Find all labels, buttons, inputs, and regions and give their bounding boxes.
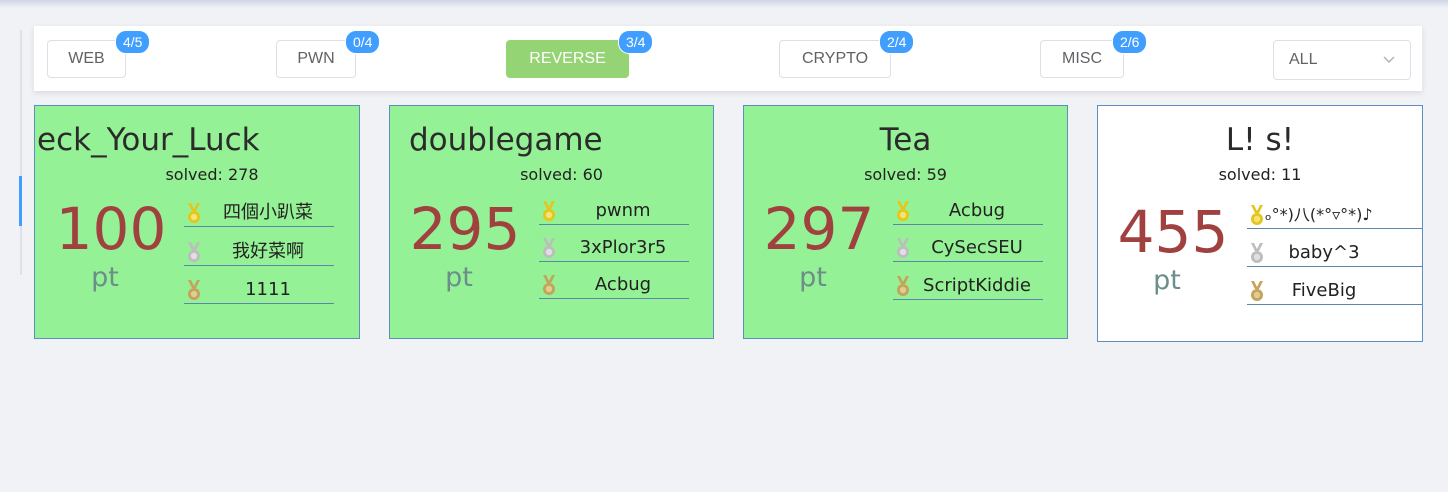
solver-name: Acbug [594, 274, 652, 295]
challenge-card[interactable]: L! s! solved: 11 455 pt ₒ°*)八(*°▿°*)♪ ba… [1097, 105, 1423, 342]
solved-count: solved: 60 [520, 165, 603, 184]
solver-name: ScriptKiddie [923, 275, 1031, 296]
second-solver: CySecSEU [893, 235, 1043, 262]
first-blood-solver: ₒ°*)八(*°▿°*)♪ [1247, 202, 1422, 229]
second-solver: 我好菜啊 [184, 239, 334, 266]
solver-name: 1111 [245, 279, 291, 300]
first-blood-solver: Acbug [893, 198, 1043, 225]
category-button-reverse[interactable]: REVERSE [506, 40, 629, 78]
category-filter-bar: WEB 4/5 PWN 0/4 REVERSE 3/4 CRYPTO 2/4 M… [34, 26, 1422, 91]
category-badge-misc: 2/6 [1112, 30, 1148, 54]
bronze-medal-icon [543, 275, 555, 295]
third-solver: 1111 [184, 277, 334, 304]
chevron-down-icon [1383, 56, 1395, 64]
category-button-crypto[interactable]: CRYPTO [779, 40, 891, 78]
bronze-medal-icon [188, 280, 200, 300]
category-label: MISC [1062, 50, 1102, 67]
third-solver: Acbug [539, 272, 689, 299]
solver-name: 四個小趴菜 [223, 202, 313, 223]
second-solver: baby^3 [1247, 240, 1422, 267]
status-filter-select[interactable]: ALL [1273, 40, 1411, 80]
solver-name: pwnm [595, 200, 651, 221]
silver-medal-icon [897, 238, 909, 258]
solved-count: solved: 278 [165, 165, 259, 184]
points-unit: pt [91, 262, 119, 293]
solver-name: 3xPlor3r5 [579, 237, 667, 258]
category-badge-crypto: 2/4 [879, 30, 915, 54]
top-strip [0, 0, 1448, 8]
challenge-card[interactable]: eck_Your_Luck solved: 278 100 pt 四個小趴菜 我… [34, 105, 360, 339]
second-solver: 3xPlor3r5 [539, 235, 689, 262]
category-button-web[interactable]: WEB [47, 40, 126, 78]
challenge-points: 455 [1117, 198, 1229, 266]
challenge-title: L! s! [1225, 122, 1295, 158]
points-unit: pt [799, 262, 827, 293]
category-label: CRYPTO [801, 50, 869, 67]
solver-name: baby^3 [1288, 242, 1360, 263]
category-badge-pwn: 0/4 [345, 30, 381, 54]
solver-name: ₒ°*)八(*°▿°*)♪ [1265, 205, 1373, 224]
gold-medal-icon [897, 201, 909, 221]
gold-medal-icon [543, 201, 555, 221]
points-unit: pt [1153, 265, 1181, 296]
silver-medal-icon [1251, 243, 1263, 263]
gold-medal-icon [1251, 205, 1263, 225]
category-badge-reverse: 3/4 [618, 30, 654, 54]
challenge-card[interactable]: doublegame solved: 60 295 pt pwnm 3xPlor… [389, 105, 714, 339]
first-blood-solver: pwnm [539, 198, 689, 225]
third-solver: FiveBig [1247, 278, 1422, 305]
left-rail [20, 30, 22, 275]
solved-count: solved: 11 [1218, 165, 1302, 184]
third-solver: ScriptKiddie [893, 273, 1043, 300]
select-value: ALL [1289, 51, 1318, 68]
solver-name: Acbug [948, 200, 1006, 221]
challenge-title: Tea [879, 122, 932, 158]
points-unit: pt [445, 262, 473, 293]
category-label: WEB [68, 50, 105, 67]
category-label: PWN [297, 50, 335, 67]
left-rail-indicator [19, 176, 22, 226]
gold-medal-icon [188, 203, 200, 223]
solver-name: CySecSEU [931, 237, 1023, 258]
category-button-pwn[interactable]: PWN [276, 40, 356, 78]
challenge-title: doublegame [409, 122, 603, 158]
first-blood-solver: 四個小趴菜 [184, 200, 334, 227]
solved-count: solved: 59 [864, 165, 947, 184]
challenge-points: 100 [55, 195, 167, 263]
challenge-points: 295 [409, 195, 521, 263]
bronze-medal-icon [897, 276, 909, 296]
challenge-title: eck_Your_Luck [37, 122, 260, 158]
challenge-card[interactable]: Tea solved: 59 297 pt Acbug CySecSEU Scr… [743, 105, 1068, 339]
silver-medal-icon [543, 238, 555, 258]
challenge-points: 297 [763, 195, 875, 263]
bronze-medal-icon [1251, 281, 1263, 301]
solver-name: FiveBig [1291, 280, 1357, 301]
silver-medal-icon [188, 242, 200, 262]
category-badge-web: 4/5 [115, 30, 151, 54]
solver-name: 我好菜啊 [232, 241, 304, 262]
category-label: REVERSE [529, 50, 606, 67]
